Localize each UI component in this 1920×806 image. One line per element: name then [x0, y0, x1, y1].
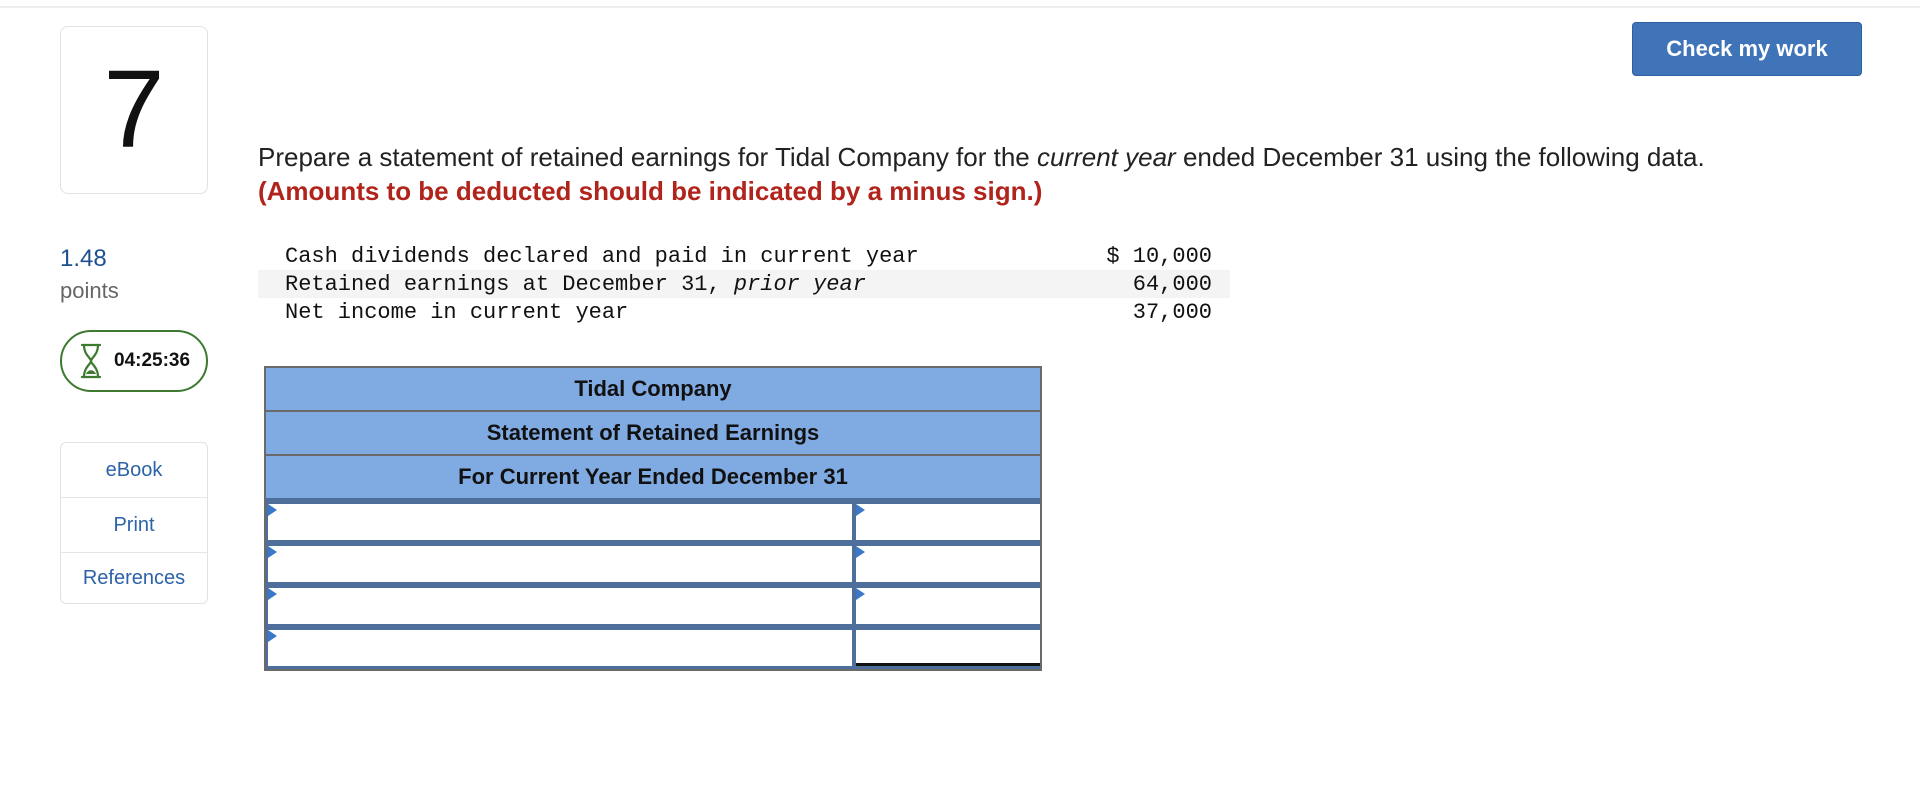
- statement-row: [266, 627, 1040, 669]
- row-amount-input[interactable]: [856, 588, 1040, 624]
- data-row-value: $ 10,000: [1106, 243, 1212, 269]
- points-value: 1.48: [60, 245, 107, 272]
- data-label-text: Retained earnings at December 31,: [285, 271, 734, 297]
- row-label-input[interactable]: [268, 546, 852, 582]
- references-link[interactable]: References: [61, 553, 207, 603]
- input-marker-icon: [268, 630, 277, 642]
- data-row: Cash dividends declared and paid in curr…: [258, 242, 1230, 270]
- row-amount-input[interactable]: [856, 504, 1040, 540]
- data-label-text: Cash dividends declared and paid in curr…: [285, 243, 919, 269]
- row-total-cell: [856, 630, 1040, 666]
- row-label-cell: [268, 588, 852, 624]
- timer-badge: 04:25:36: [60, 330, 208, 392]
- top-divider: [0, 6, 1920, 8]
- input-marker-icon: [856, 504, 865, 516]
- row-amount-cell: [856, 588, 1040, 624]
- data-row-value: 64,000: [1132, 271, 1212, 297]
- row-label-input[interactable]: [268, 504, 852, 540]
- statement-worksheet: Tidal Company Statement of Retained Earn…: [264, 366, 1042, 671]
- check-my-work-button[interactable]: Check my work: [1632, 22, 1862, 76]
- prompt-text-start: Prepare a statement of retained earnings…: [258, 142, 1037, 172]
- prompt-text-end: ended December 31 using the following da…: [1175, 142, 1705, 172]
- row-label-input[interactable]: [268, 630, 852, 666]
- hourglass-icon: [78, 343, 104, 379]
- data-row-value: 37,000: [1132, 299, 1212, 325]
- data-row-label: Retained earnings at December 31, prior …: [285, 272, 866, 297]
- input-marker-icon: [268, 504, 277, 516]
- row-total-input[interactable]: [856, 630, 1040, 663]
- statement-title: Statement of Retained Earnings: [266, 412, 1040, 456]
- timer-text: 04:25:36: [114, 350, 191, 371]
- input-marker-icon: [268, 588, 277, 600]
- prompt-text-italic: current year: [1036, 142, 1176, 172]
- row-label-cell: [268, 546, 852, 582]
- statement-period: For Current Year Ended December 31: [266, 456, 1040, 501]
- statement-row: [266, 543, 1040, 585]
- statement-row: [266, 585, 1040, 627]
- data-row: Retained earnings at December 31, prior …: [258, 270, 1230, 298]
- data-row: Net income in current year 37,000: [258, 298, 1230, 326]
- prompt-instruction: (Amounts to be deducted should be indica…: [258, 176, 1043, 206]
- data-row-label: Cash dividends declared and paid in curr…: [285, 244, 919, 269]
- input-marker-icon: [856, 588, 865, 600]
- input-marker-icon: [268, 546, 277, 558]
- data-label-text: Net income in current year: [285, 299, 629, 325]
- row-label-cell: [268, 630, 852, 666]
- question-number: 7: [103, 48, 165, 171]
- points-label: points: [60, 278, 119, 303]
- question-prompt: Prepare a statement of retained earnings…: [258, 142, 1705, 173]
- data-row-label: Net income in current year: [285, 300, 628, 325]
- row-label-input[interactable]: [268, 588, 852, 624]
- row-label-cell: [268, 504, 852, 540]
- statement-company: Tidal Company: [266, 368, 1040, 412]
- question-number-box: 7: [60, 26, 208, 194]
- ebook-link[interactable]: eBook: [61, 443, 207, 498]
- statement-row: [266, 501, 1040, 543]
- resource-links: eBook Print References: [60, 442, 208, 604]
- row-amount-input[interactable]: [856, 546, 1040, 582]
- input-marker-icon: [856, 546, 865, 558]
- print-link[interactable]: Print: [61, 498, 207, 553]
- given-data-table: Cash dividends declared and paid in curr…: [258, 242, 1230, 326]
- data-label-italic: prior year: [733, 271, 866, 297]
- row-amount-cell: [856, 546, 1040, 582]
- row-amount-cell: [856, 504, 1040, 540]
